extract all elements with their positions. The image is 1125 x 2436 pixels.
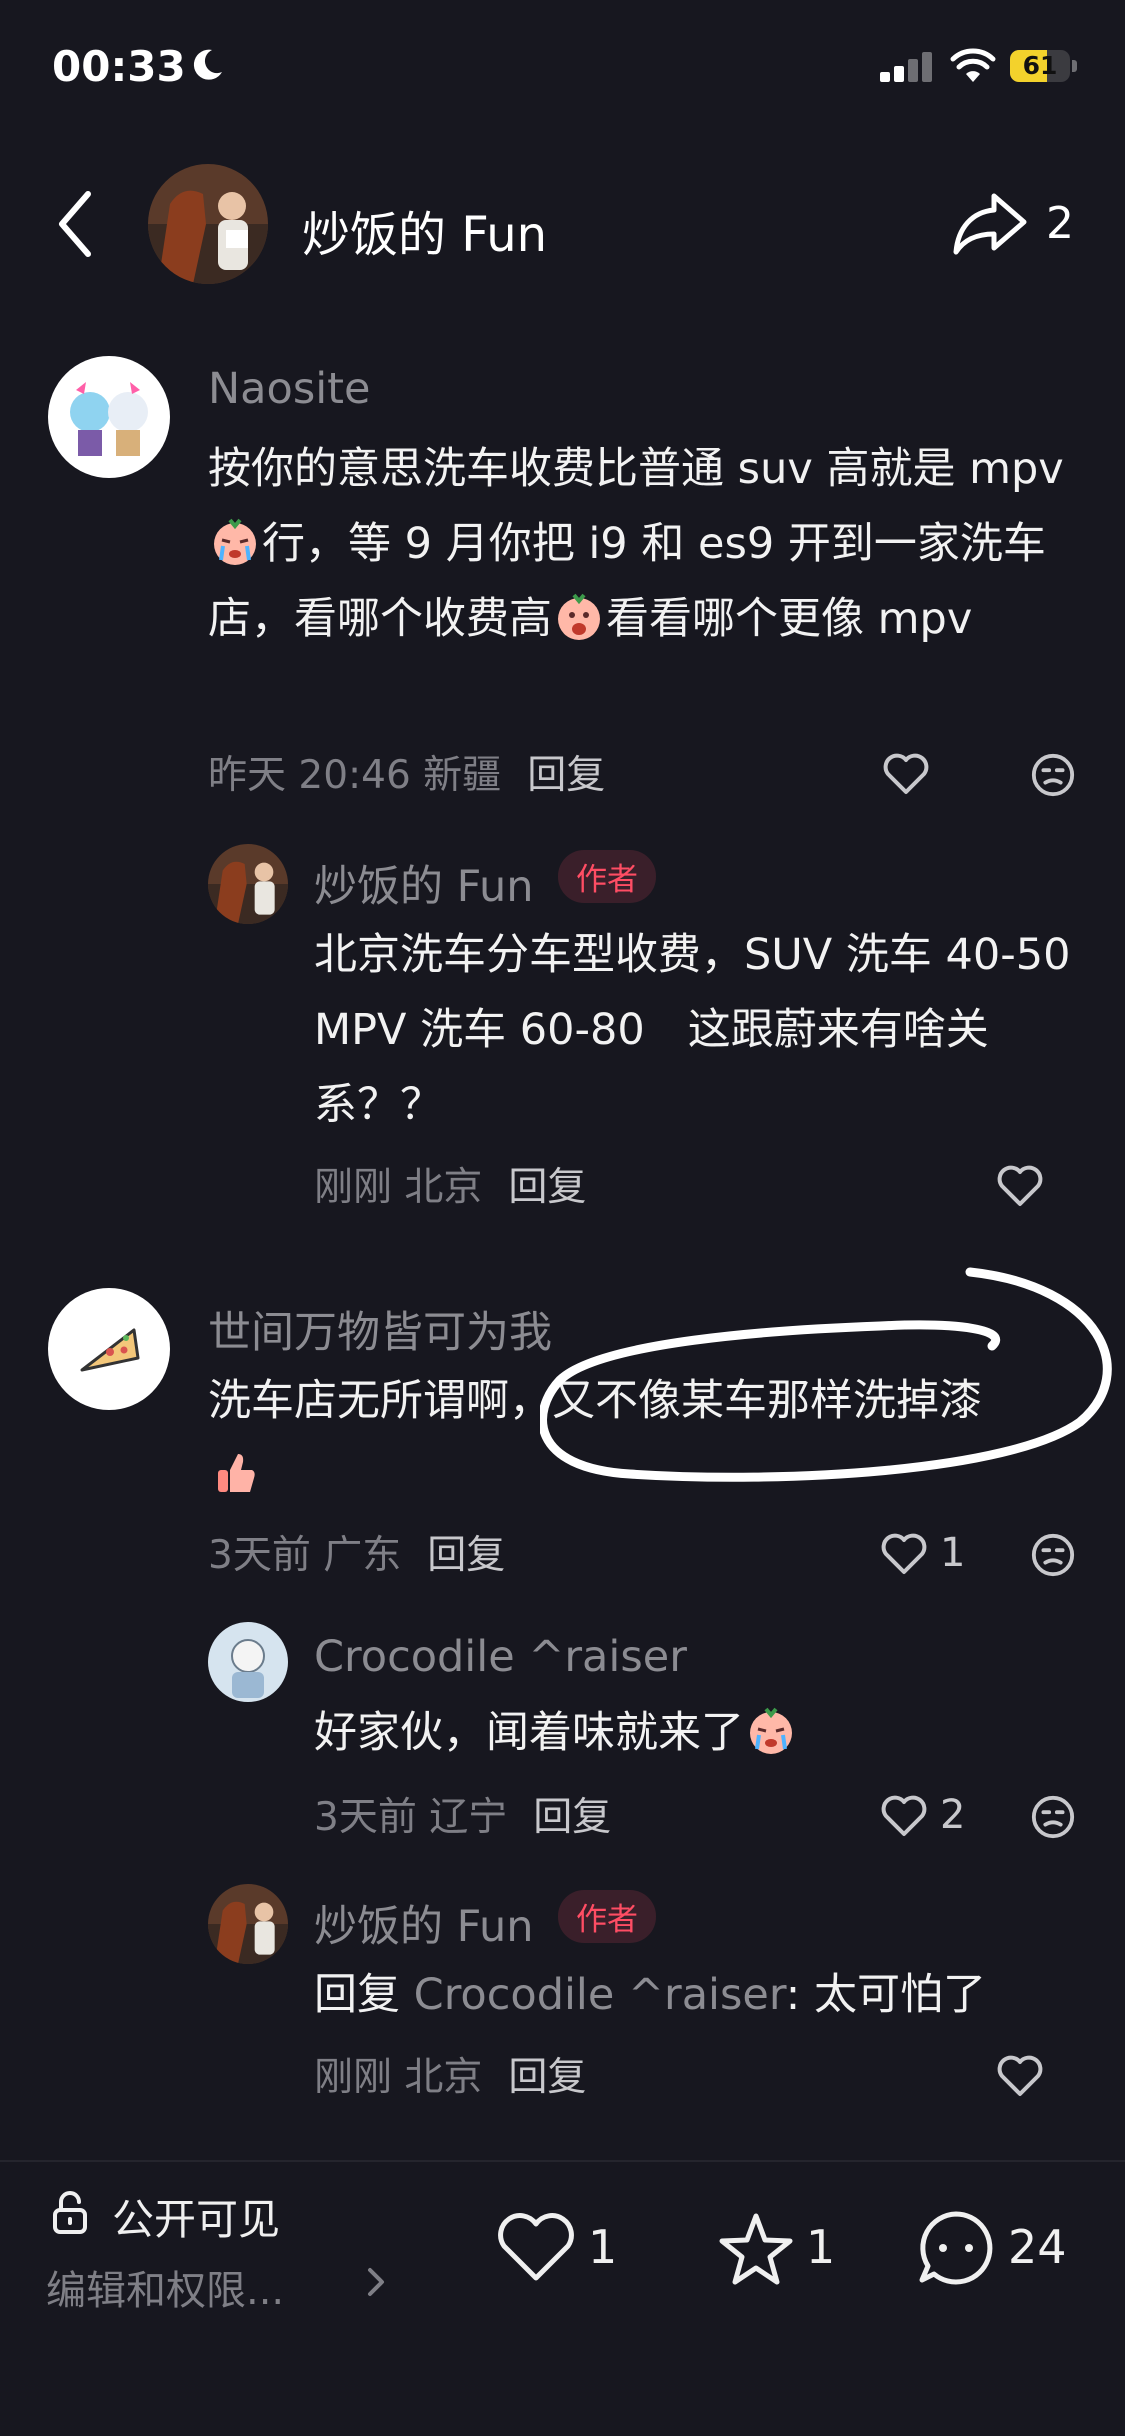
author-name[interactable]: 炒饭的 Fun [302, 195, 547, 265]
reply-button[interactable]: 回复 [508, 1165, 586, 1210]
reply-username[interactable]: Crocodile ^raiser [314, 1632, 687, 1682]
avatar-image [208, 1884, 288, 1964]
comment-icon[interactable] [916, 2208, 996, 2288]
reply-button[interactable]: 回复 [427, 1533, 505, 1578]
dislike-face-icon[interactable] [1030, 752, 1076, 798]
heart-icon[interactable] [880, 1532, 928, 1576]
frowning-emoji-icon [558, 593, 600, 640]
battery-percent: 61 [1022, 51, 1058, 80]
avatar-image [48, 356, 170, 478]
reply-text: 回复 Crocodile ^raiser: 太可怕了 [314, 1958, 1104, 2033]
avatar-image [48, 1288, 170, 1410]
avatar-image [148, 164, 268, 284]
comment-text-part: 按你的意思洗车收费比普通 suv 高就是 mpv [208, 444, 1064, 494]
back-chevron-icon[interactable] [52, 188, 100, 260]
share-icon[interactable] [950, 188, 1030, 258]
dislike-face-icon[interactable] [1030, 1532, 1076, 1578]
reply-meta: 刚刚 北京 回复 [314, 2046, 586, 2102]
reply-prefix: 回复 [314, 1970, 414, 2020]
handdrawn-circle-annotation [540, 1267, 1112, 1482]
post-favorite-count: 1 [806, 2220, 836, 2274]
battery-indicator: 61 [1010, 50, 1070, 82]
author-avatar[interactable] [148, 164, 268, 284]
post-like-count: 1 [588, 2220, 618, 2274]
status-time: 00:33 [52, 42, 186, 91]
reply-button[interactable]: 回复 [533, 1795, 611, 1840]
lock-icon [53, 2191, 87, 2234]
reply-username[interactable]: 炒饭的 Fun [314, 1892, 534, 1954]
moon-icon [193, 49, 222, 80]
share-count: 2 [1046, 198, 1074, 249]
bottom-bar-divider [0, 2160, 1125, 2162]
reply-avatar[interactable] [208, 1884, 288, 1964]
reply-text: 好家伙，闻着味就来了 [314, 1696, 1074, 1771]
reply-text-rest: : 太可怕了 [785, 1970, 986, 2020]
comment-text: 按你的意思洗车收费比普通 suv 高就是 mpv行，等 9 月你把 i9 和 e… [208, 432, 1078, 657]
battery-tip [1072, 60, 1077, 72]
post-comment-count: 24 [1008, 2220, 1067, 2274]
reply-button[interactable]: 回复 [508, 2055, 586, 2100]
avatar-image [208, 1622, 288, 1702]
reply-meta: 刚刚 北京 回复 [314, 1156, 586, 1212]
permission-settings-link[interactable]: 编辑和权限... [46, 2258, 284, 2316]
comment-meta: 3天前 广东 回复 [208, 1524, 505, 1580]
reply-username[interactable]: 炒饭的 Fun [314, 852, 534, 914]
thumbs-up-emoji-icon [218, 1454, 255, 1492]
comment-time-location: 3天前 广东 [208, 1533, 402, 1578]
reply-avatar[interactable] [208, 844, 288, 924]
comment-text-part: 看看哪个更像 mpv [606, 594, 973, 644]
avatar-image [208, 844, 288, 924]
heart-icon[interactable] [882, 752, 930, 796]
cellular-signal-icon [880, 50, 932, 82]
heart-icon[interactable] [996, 2054, 1044, 2098]
reply-time-location: 3天前 辽宁 [314, 1795, 508, 1840]
author-badge: 作者 [558, 850, 656, 903]
reply-avatar[interactable] [208, 1622, 288, 1702]
reply-time-location: 刚刚 北京 [314, 1165, 483, 1210]
like-count: 2 [940, 1792, 966, 1838]
comment-time-location: 昨天 20:46 新疆 [208, 753, 502, 798]
star-icon[interactable] [716, 2210, 796, 2286]
reply-meta: 3天前 辽宁 回复 [314, 1786, 611, 1842]
commenter-avatar[interactable] [48, 1288, 170, 1410]
visibility-label[interactable]: 公开可见 [112, 2186, 280, 2247]
dislike-face-icon[interactable] [1030, 1794, 1076, 1840]
crying-emoji-icon [214, 518, 256, 565]
crying-emoji-icon [750, 1707, 792, 1754]
comment-meta: 昨天 20:46 新疆 回复 [208, 744, 605, 800]
like-count: 1 [940, 1530, 966, 1576]
heart-icon[interactable] [996, 1164, 1044, 1208]
reply-text: 北京洗车分车型收费，SUV 洗车 40-50 MPV 洗车 60-80 这跟蔚来… [314, 930, 1071, 1130]
author-badge: 作者 [558, 1890, 656, 1943]
wifi-icon [950, 48, 996, 82]
reply-text-part: 好家伙，闻着味就来了 [314, 1708, 744, 1758]
reply-button[interactable]: 回复 [527, 753, 605, 798]
commenter-avatar[interactable] [48, 356, 170, 478]
comment-username[interactable]: Naosite [208, 364, 371, 414]
reply-time-location: 刚刚 北京 [314, 2055, 483, 2100]
heart-icon[interactable] [496, 2212, 576, 2284]
comment-username[interactable]: 世间万物皆可为我 [208, 1298, 552, 1360]
chevron-right-icon[interactable] [364, 2262, 390, 2302]
heart-icon[interactable] [880, 1794, 928, 1838]
mention-link[interactable]: Crocodile ^raiser [414, 1970, 786, 2020]
